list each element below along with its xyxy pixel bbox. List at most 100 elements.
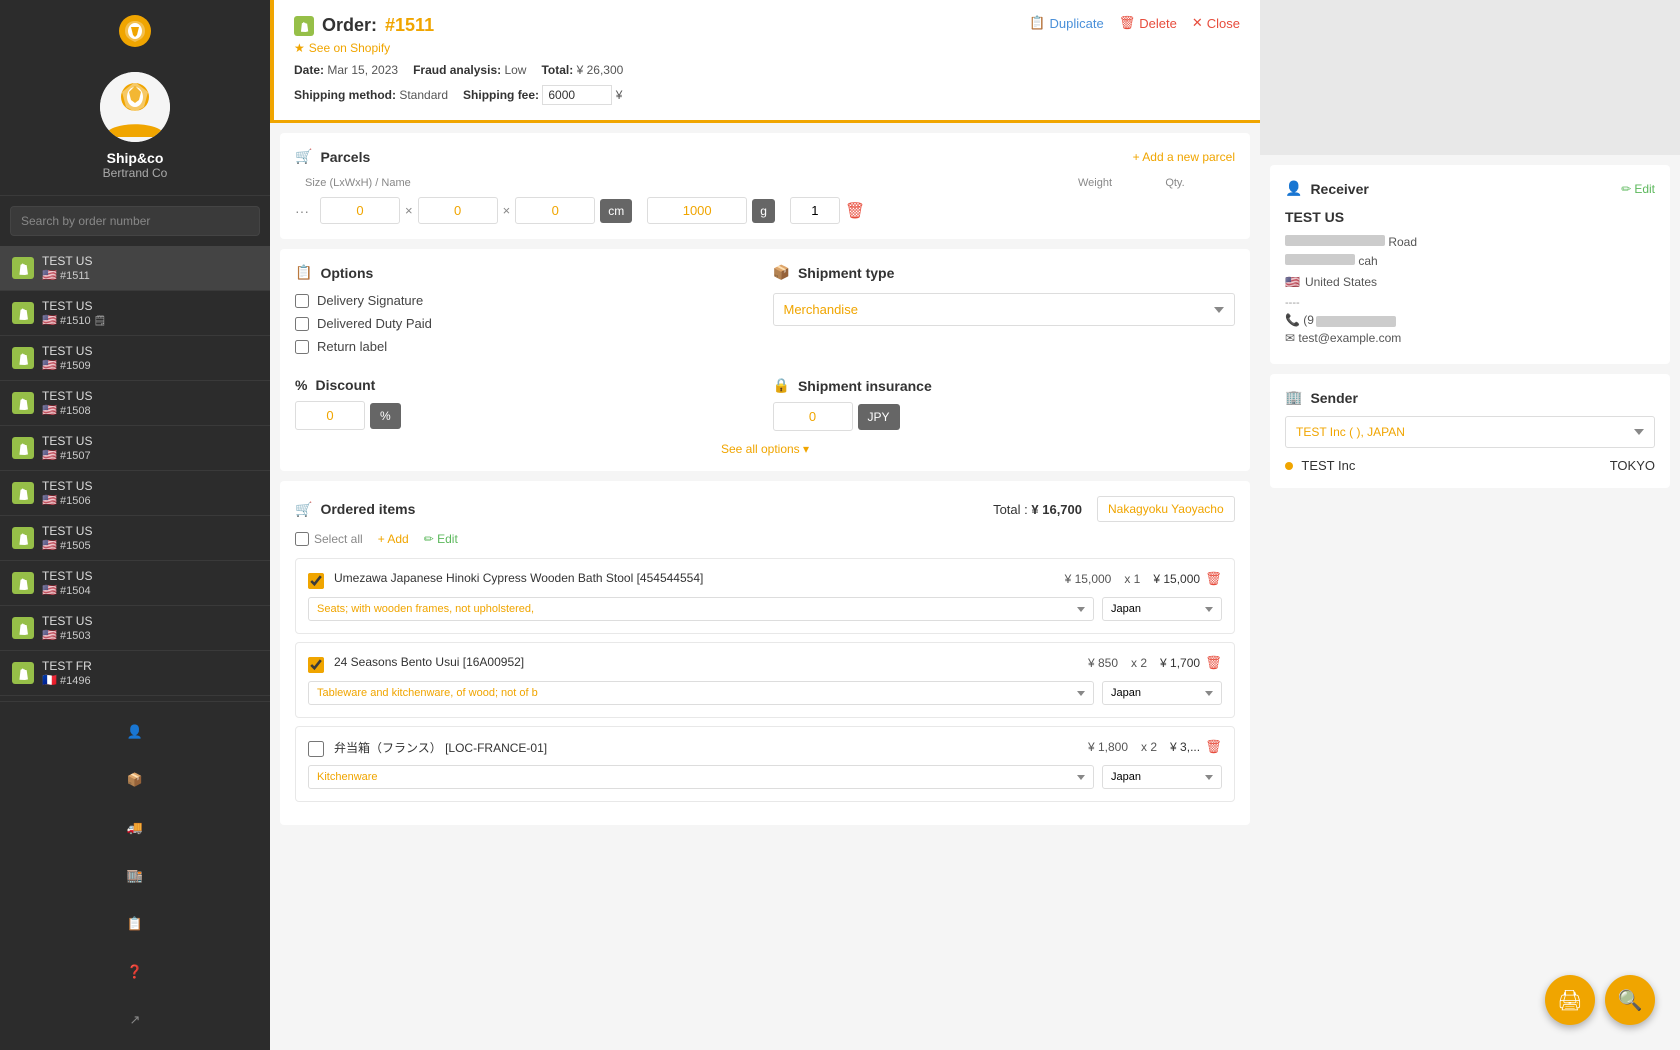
- shopify-icon-1: [12, 302, 34, 324]
- close-label: Close: [1207, 16, 1240, 31]
- shopify-icon-5: [12, 482, 34, 504]
- items-header: 🛒 Ordered items Total : ¥ 16,700 Nakagyo…: [295, 496, 1235, 522]
- order-item-0[interactable]: TEST US 🇺🇸 #1511: [0, 246, 270, 291]
- order-item-8[interactable]: TEST US 🇺🇸 #1503: [0, 606, 270, 651]
- order-item-7[interactable]: TEST US 🇺🇸 #1504: [0, 561, 270, 606]
- item-origin-select-0[interactable]: Japan: [1102, 597, 1222, 621]
- shopify-icon-0: [12, 257, 34, 279]
- parcel-qty-input[interactable]: [790, 197, 840, 224]
- receiver-header: 👤 Receiver ✏ Edit: [1285, 180, 1655, 197]
- item-delete-2[interactable]: 🗑: [1205, 739, 1222, 755]
- cart-icon: 🛒: [295, 501, 312, 518]
- delivery-signature-checkbox[interactable]: [295, 294, 309, 308]
- currency-button[interactable]: JPY: [858, 404, 900, 430]
- item-row-2: 弁当箱（フランス） [LOC-FRANCE-01] ¥ 1,800 x 2 ¥ …: [295, 726, 1235, 802]
- order-title-row: Order: #1511: [294, 15, 623, 36]
- shipment-type-title: 📦 Shipment type: [773, 264, 1236, 281]
- item-selects-0: Seats; with wooden frames, not upholster…: [308, 597, 1222, 621]
- insurance-row: JPY: [773, 402, 1236, 431]
- search-fab-button[interactable]: 🔍: [1605, 975, 1655, 1025]
- parcel-drag-handle: ···: [295, 203, 315, 219]
- users-icon[interactable]: 👤: [120, 717, 150, 747]
- parcel-dim3-input[interactable]: [515, 197, 595, 224]
- items-filter-select[interactable]: Nakagyoku Yaoyacho: [1097, 496, 1235, 522]
- print-icon: 🖨: [1557, 988, 1582, 1013]
- search-input[interactable]: [10, 206, 260, 236]
- item-origin-select-2[interactable]: Japan: [1102, 765, 1222, 789]
- order-info-5: TEST US 🇺🇸 #1506: [42, 479, 258, 507]
- item-category-select-2[interactable]: Kitchenware: [308, 765, 1094, 789]
- order-item-9[interactable]: TEST FR 🇫🇷 #1496: [0, 651, 270, 696]
- sender-select[interactable]: TEST Inc ( ), JAPAN: [1285, 416, 1655, 448]
- receiver-edit-button[interactable]: ✏ Edit: [1621, 182, 1655, 196]
- order-item-5[interactable]: TEST US 🇺🇸 #1506: [0, 471, 270, 516]
- item-origin-select-1[interactable]: Japan: [1102, 681, 1222, 705]
- item-delete-0[interactable]: 🗑: [1205, 571, 1222, 587]
- order-info-7: TEST US 🇺🇸 #1504: [42, 569, 258, 597]
- search-box[interactable]: [10, 206, 260, 236]
- duty-paid-label[interactable]: Delivered Duty Paid: [295, 316, 758, 331]
- order-item-6[interactable]: TEST US 🇺🇸 #1505: [0, 516, 270, 561]
- truck-icon[interactable]: 🚚: [120, 813, 150, 843]
- parcel-dim1-input[interactable]: [320, 197, 400, 224]
- receiver-phone: 📞 (9: [1285, 313, 1655, 327]
- delivery-signature-label[interactable]: Delivery Signature: [295, 293, 758, 308]
- order-number: #1511: [385, 15, 434, 36]
- insurance-input[interactable]: [773, 402, 853, 431]
- right-top-placeholder: [1260, 0, 1680, 155]
- order-meta: Date: Mar 15, 2023 Fraud analysis: Low T…: [294, 63, 623, 77]
- parcel-headers: Size (LxWxH) / Name Weight Qty.: [295, 177, 1235, 189]
- delete-button[interactable]: 🗑 Delete: [1119, 15, 1177, 31]
- item-checkbox-0[interactable]: [308, 573, 324, 589]
- order-item-2[interactable]: TEST US 🇺🇸 #1509: [0, 336, 270, 381]
- order-item-4[interactable]: TEST US 🇺🇸 #1507: [0, 426, 270, 471]
- return-label-checkbox[interactable]: [295, 340, 309, 354]
- list-icon[interactable]: 📋: [120, 909, 150, 939]
- see-all-button[interactable]: See all options ▾: [721, 442, 809, 456]
- parcel-dim2-input[interactable]: [418, 197, 498, 224]
- company-sub: Bertrand Co: [103, 166, 168, 180]
- discount-input[interactable]: [295, 401, 365, 430]
- order-info-3: TEST US 🇺🇸 #1508: [42, 389, 258, 417]
- item-category-select-1[interactable]: Tableware and kitchenware, of wood; not …: [308, 681, 1094, 705]
- see-on-shopify-link[interactable]: ★ See on Shopify: [294, 41, 623, 55]
- select-all-label[interactable]: Select all: [295, 532, 363, 546]
- shopify-icon-8: [12, 617, 34, 639]
- item-category-select-0[interactable]: Seats; with wooden frames, not upholster…: [308, 597, 1094, 621]
- add-parcel-button[interactable]: + Add a new parcel: [1133, 150, 1235, 164]
- export-icon[interactable]: ↗: [120, 1005, 150, 1035]
- order-item-1[interactable]: TEST US 🇺🇸 #1510 🗒: [0, 291, 270, 336]
- order-item-3[interactable]: TEST US 🇺🇸 #1508: [0, 381, 270, 426]
- order-number-0: 🇺🇸 #1511: [42, 268, 258, 282]
- question-icon[interactable]: ❓: [120, 957, 150, 987]
- item-checkbox-1[interactable]: [308, 657, 324, 673]
- item-checkbox-2[interactable]: [308, 741, 324, 757]
- select-all-checkbox[interactable]: [295, 532, 309, 546]
- delete-label: Delete: [1139, 16, 1177, 31]
- discount-title: % Discount: [295, 377, 758, 393]
- shipping-fee-input[interactable]: [542, 85, 612, 105]
- percent-button[interactable]: %: [370, 403, 401, 429]
- order-number-9: 🇫🇷 #1496: [42, 673, 258, 687]
- items-header-right: Total : ¥ 16,700 Nakagyoku Yaoyacho: [993, 496, 1235, 522]
- shopify-icon-3: [12, 392, 34, 414]
- edit-items-button[interactable]: ✏ Edit: [424, 532, 458, 546]
- sender-info: TEST Inc TOKYO: [1285, 458, 1655, 473]
- add-item-button[interactable]: + Add: [378, 532, 409, 546]
- duplicate-button[interactable]: 📋 Duplicate: [1029, 15, 1103, 31]
- parcel-weight-input[interactable]: [647, 197, 747, 224]
- parcel-delete-button[interactable]: 🗑: [845, 201, 865, 221]
- duty-paid-checkbox[interactable]: [295, 317, 309, 331]
- shipment-type-select[interactable]: Merchandise Documents Gift Sample Other: [773, 293, 1236, 326]
- print-fab-button[interactable]: 🖨: [1545, 975, 1595, 1025]
- close-button[interactable]: ✕ Close: [1192, 15, 1240, 31]
- item-qty-2: x 2: [1141, 740, 1157, 754]
- item-row-0: Umezawa Japanese Hinoki Cypress Wooden B…: [295, 558, 1235, 634]
- qty-header: Qty.: [1145, 177, 1205, 189]
- close-icon: ✕: [1192, 15, 1203, 31]
- sender-dot: [1285, 462, 1293, 470]
- box-icon[interactable]: 📦: [120, 765, 150, 795]
- item-delete-1[interactable]: 🗑: [1205, 655, 1222, 671]
- store-icon[interactable]: 🏬: [120, 861, 150, 891]
- return-label-label[interactable]: Return label: [295, 339, 758, 354]
